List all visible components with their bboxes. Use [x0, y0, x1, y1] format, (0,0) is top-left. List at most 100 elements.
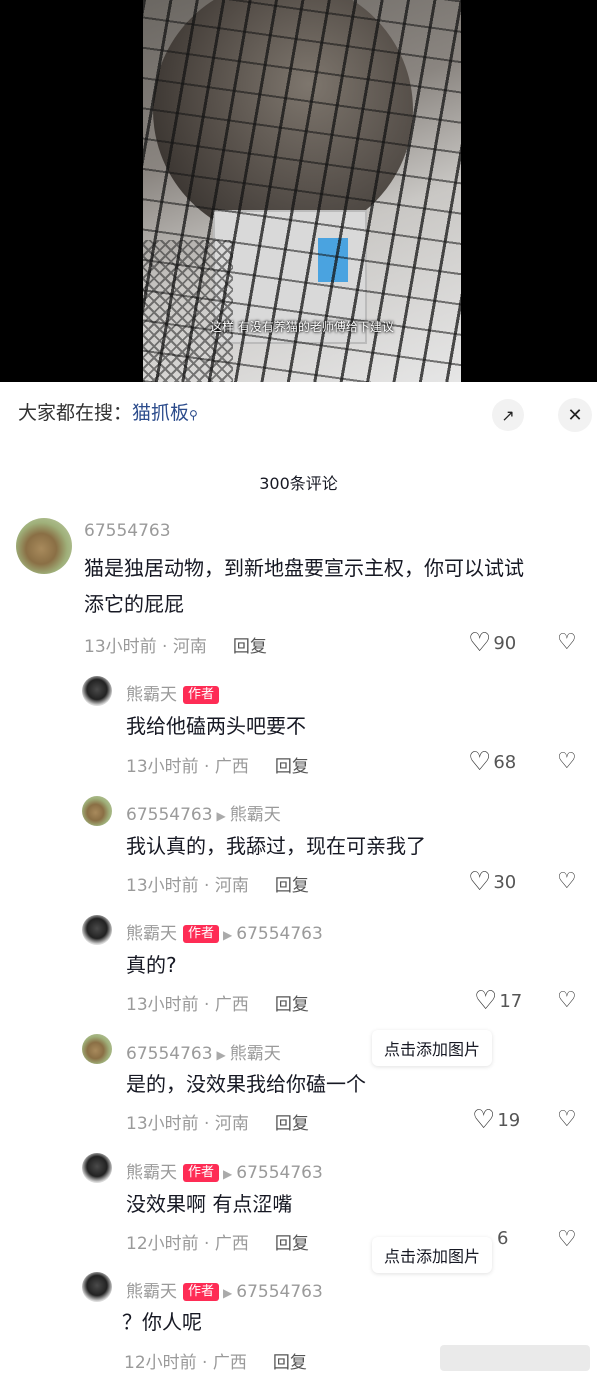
avatar[interactable] [82, 676, 112, 706]
expand-icon: ↗ [501, 405, 515, 425]
broken-heart-icon[interactable]: ♡ [557, 869, 577, 894]
reply-button[interactable]: 回复 [275, 995, 309, 1015]
reply-button[interactable]: 回复 [275, 1114, 309, 1134]
username-text: 熊霸天 [126, 1282, 177, 1302]
like-count: 19 [497, 1109, 521, 1131]
add-image-toast[interactable]: 点击添加图片 [372, 1237, 493, 1273]
expand-button[interactable]: ↗ [492, 399, 524, 431]
like-button[interactable]: 6 [497, 1228, 508, 1249]
reply-arrow-icon: ▶ [216, 1048, 226, 1062]
comment-text: 真的? [126, 953, 177, 977]
avatar[interactable] [16, 518, 72, 574]
like-count: 30 [493, 871, 517, 893]
comment-text-line: 添它的屁屁 [84, 592, 184, 616]
comment-text: 是的，没效果我给你磕一个 [126, 1072, 366, 1096]
like-count: 17 [499, 990, 523, 1012]
search-icon: ⚲ [189, 408, 198, 422]
comment-meta: 13小时前 · 河南 回复 [126, 1109, 309, 1134]
username-text: 熊霸天 [126, 924, 177, 944]
heart-icon: ♡ [468, 867, 492, 897]
reply-arrow-icon: ▶ [223, 928, 233, 942]
broken-heart-icon[interactable]: ♡ [557, 1227, 577, 1252]
comment-time-location: 12小时前 · 广西 [124, 1353, 247, 1373]
comment-time-location: 13小时前 · 河南 [126, 1114, 249, 1134]
search-keyword[interactable]: 猫抓板 [132, 402, 189, 424]
heart-icon: ♡ [468, 628, 492, 658]
reply-arrow-icon: ▶ [223, 1286, 233, 1300]
comment-meta: 12小时前 · 广西 回复 [126, 1229, 309, 1254]
like-button[interactable]: ♡ 68 [468, 749, 516, 775]
heart-icon: ♡ [468, 747, 492, 777]
comments-count: 300条评论 [259, 474, 338, 493]
comment-time-location: 12小时前 · 广西 [126, 1234, 249, 1254]
reply-button[interactable]: 回复 [275, 757, 309, 777]
username-text: 熊霸天 [126, 1163, 177, 1183]
like-count: 90 [493, 632, 517, 654]
comment-meta: 13小时前 · 广西 回复 [126, 752, 309, 777]
comment-text: 我给他磕两头吧要不 [126, 714, 306, 738]
broken-heart-icon[interactable]: ♡ [557, 1107, 577, 1132]
comment-meta: 12小时前 · 广西 回复 [124, 1348, 307, 1373]
heart-icon: ♡ [474, 986, 498, 1016]
reply-arrow-icon: ▶ [223, 1167, 233, 1181]
comment-username[interactable]: 熊霸天 作者 ▶ 67554763 [126, 919, 323, 944]
watermark [440, 1345, 590, 1371]
author-badge: 作者 [183, 1164, 220, 1182]
comment-meta: 13小时前 · 河南 回复 [84, 632, 267, 657]
reply-to-username: 熊霸天 [229, 1044, 281, 1064]
like-button[interactable]: ♡ 90 [468, 630, 516, 656]
reply-arrow-icon: ▶ [216, 809, 226, 823]
avatar[interactable] [82, 1034, 112, 1064]
comment-text: 猫是独居动物，到新地盘要宣示主权，你可以试试 添它的屁屁 [84, 550, 524, 622]
broken-heart-icon[interactable]: ♡ [557, 749, 577, 774]
comment-text-line: 猫是独居动物，到新地盘要宣示主权，你可以试试 [84, 556, 524, 580]
close-button[interactable]: ✕ [558, 398, 592, 432]
comment-username[interactable]: 67554763 [84, 521, 171, 541]
comment-time-location: 13小时前 · 河南 [84, 637, 207, 657]
avatar[interactable] [82, 1153, 112, 1183]
reply-to-username: 67554763 [236, 924, 323, 944]
username-text: 熊霸天 [126, 685, 177, 705]
reply-button[interactable]: 回复 [273, 1353, 307, 1373]
broken-heart-icon[interactable]: ♡ [557, 988, 577, 1013]
heart-icon: ♡ [472, 1105, 496, 1135]
like-button[interactable]: ♡ 30 [468, 869, 516, 895]
close-icon: ✕ [567, 404, 583, 426]
comment-username[interactable]: 67554763 ▶ 熊霸天 [126, 800, 281, 825]
comment-username[interactable]: 熊霸天 作者 [126, 680, 220, 705]
comment-username[interactable]: 67554763 ▶ 熊霸天 [126, 1039, 281, 1064]
author-badge: 作者 [183, 1283, 220, 1301]
username-text: 67554763 [126, 805, 213, 825]
like-count: 6 [497, 1228, 509, 1249]
comment-text: ？你人呢 [122, 1310, 202, 1334]
comment-username[interactable]: 熊霸天 作者 ▶ 67554763 [126, 1277, 323, 1302]
like-button[interactable]: ♡ 19 [472, 1107, 520, 1133]
comment-text: 我认真的，我舔过，现在可亲我了 [126, 834, 426, 858]
comment-time-location: 13小时前 · 广西 [126, 995, 249, 1015]
video-player[interactable]: 这样 有没有养猫的老师傅给下建议 [0, 0, 597, 382]
comment-text: 没效果啊 有点涩嘴 [126, 1192, 293, 1216]
username-text: 67554763 [84, 521, 171, 541]
reply-to-username: 熊霸天 [229, 805, 281, 825]
search-suggestion[interactable]: 大家都在搜：猫抓板⚲ [18, 398, 198, 425]
comment-meta: 13小时前 · 广西 回复 [126, 990, 309, 1015]
comment-meta: 13小时前 · 河南 回复 [126, 871, 309, 896]
video-subtitle: 这样 有没有养猫的老师傅给下建议 [210, 320, 394, 334]
reply-to-username: 67554763 [236, 1163, 323, 1183]
broken-heart-icon[interactable]: ♡ [557, 630, 577, 655]
avatar[interactable] [82, 1272, 112, 1302]
search-prefix: 大家都在搜： [18, 402, 133, 424]
reply-button[interactable]: 回复 [275, 1234, 309, 1254]
comment-username[interactable]: 熊霸天 作者 ▶ 67554763 [126, 1158, 323, 1183]
username-text: 67554763 [126, 1044, 213, 1064]
avatar[interactable] [82, 796, 112, 826]
comment-time-location: 13小时前 · 河南 [126, 876, 249, 896]
avatar[interactable] [82, 915, 112, 945]
reply-button[interactable]: 回复 [275, 876, 309, 896]
reply-to-username: 67554763 [236, 1282, 323, 1302]
add-image-toast[interactable]: 点击添加图片 [372, 1030, 493, 1066]
author-badge: 作者 [183, 925, 220, 943]
comment-time-location: 13小时前 · 广西 [126, 757, 249, 777]
like-button[interactable]: ♡ 17 [474, 988, 522, 1014]
reply-button[interactable]: 回复 [233, 637, 267, 657]
